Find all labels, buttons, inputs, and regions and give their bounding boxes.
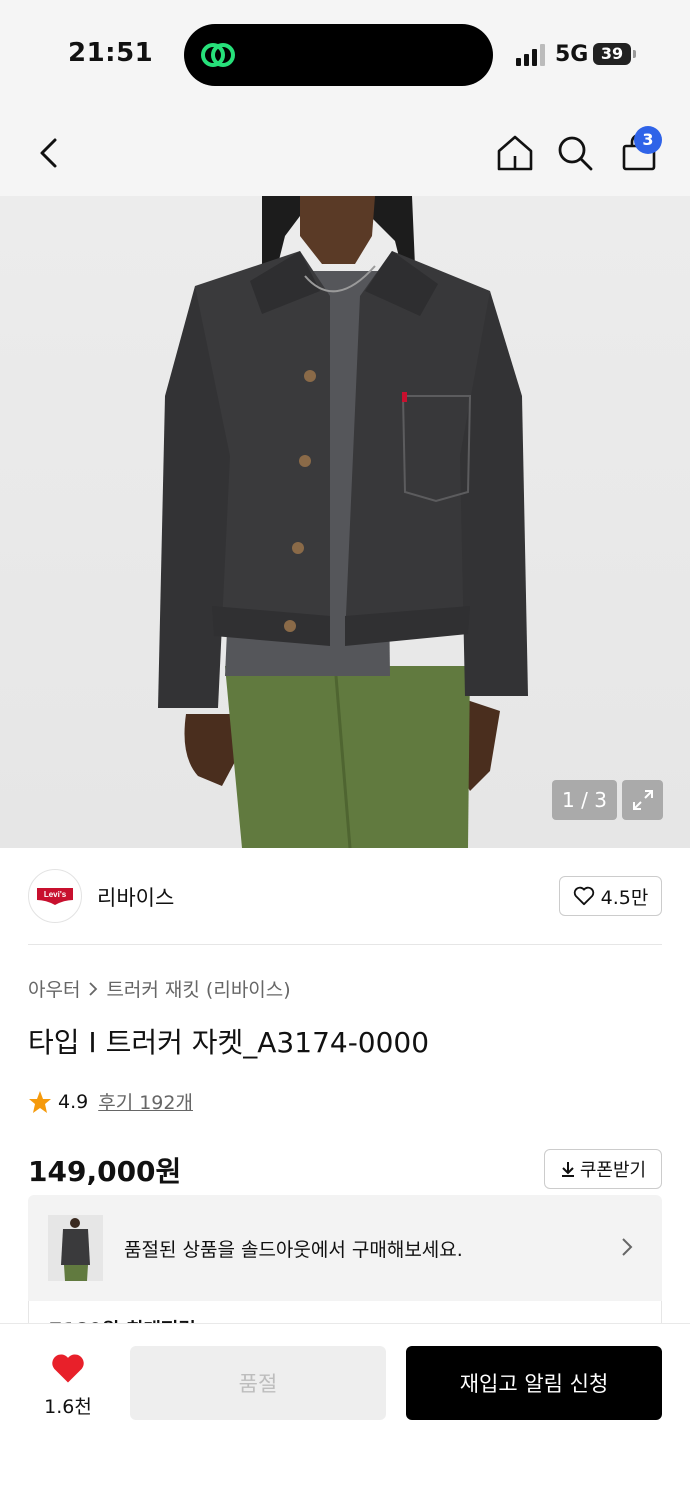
expand-icon (632, 790, 653, 810)
product-title: 타입 I 트러커 자켓_A3174-0000 (28, 1026, 430, 1059)
heart-outline-icon (573, 886, 594, 906)
levis-logo-icon: Levi's (37, 888, 73, 905)
coupon-button[interactable]: 쿠폰받기 (544, 1149, 662, 1189)
network-type: 5G (555, 42, 589, 67)
cart-count-badge: 3 (634, 126, 662, 154)
home-icon (497, 135, 533, 171)
star-icon (29, 1090, 51, 1113)
thumbnail-photo (48, 1215, 103, 1281)
chevron-right-icon (622, 1238, 633, 1256)
product-price: 149,000원 (28, 1155, 182, 1188)
search-icon (558, 136, 593, 171)
heart-filled-icon (52, 1354, 84, 1383)
battery-icon: 39 (593, 43, 631, 65)
soldout-button: 품절 (130, 1346, 386, 1420)
soldout-banner-text: 품절된 상품을 솔드아웃에서 구매해보세요. (124, 1239, 463, 1261)
rating-value: 4.9 (58, 1090, 89, 1113)
soldout-banner[interactable]: 품절된 상품을 솔드아웃에서 구매해보세요. (28, 1195, 662, 1301)
top-nav (0, 110, 690, 196)
app-activity-icon (201, 43, 235, 67)
brand-like-count: 4.5만 (600, 886, 649, 909)
breadcrumb: 아우터 트러커 재킷 (리바이스) (28, 975, 291, 1002)
image-counter: 1 / 3 (552, 780, 617, 820)
wish-button[interactable]: 1.6천 (36, 1352, 100, 1419)
status-bar: 21:51 5G 39 (0, 0, 690, 110)
restock-alert-button[interactable]: 재입고 알림 신청 (406, 1346, 662, 1420)
divider (28, 944, 662, 945)
brand-logo[interactable]: Levi's (28, 869, 82, 923)
soldout-thumbnail (48, 1215, 103, 1281)
wish-count: 1.6천 (44, 1396, 92, 1418)
brand-name[interactable]: 리바이스 (97, 882, 174, 912)
breadcrumb-category[interactable]: 아우터 (28, 975, 80, 1002)
signal-icon (516, 44, 545, 66)
status-time: 21:51 (68, 38, 154, 68)
product-rating: 4.9 후기 192개 (28, 1088, 193, 1115)
levis-logo-text: Levi's (44, 890, 67, 899)
review-link[interactable]: 후기 192개 (98, 1088, 193, 1115)
chevron-right-icon (89, 981, 98, 996)
breadcrumb-subcategory[interactable]: 트러커 재킷 (리바이스) (106, 975, 290, 1002)
coupon-label: 쿠폰받기 (579, 1160, 647, 1181)
chevron-left-icon (40, 138, 57, 168)
brand-like-button[interactable]: 4.5만 (559, 876, 662, 916)
expand-image-button[interactable] (622, 780, 663, 820)
home-button[interactable] (492, 130, 538, 176)
product-image[interactable] (0, 196, 690, 848)
product-photo (158, 196, 528, 848)
download-icon (561, 1162, 574, 1177)
back-button[interactable] (26, 130, 72, 176)
search-button[interactable] (552, 130, 598, 176)
bottom-action-bar: 1.6천 품절 재입고 알림 신청 (0, 1324, 690, 1500)
dynamic-island (184, 24, 493, 86)
battery-tip (633, 50, 636, 58)
